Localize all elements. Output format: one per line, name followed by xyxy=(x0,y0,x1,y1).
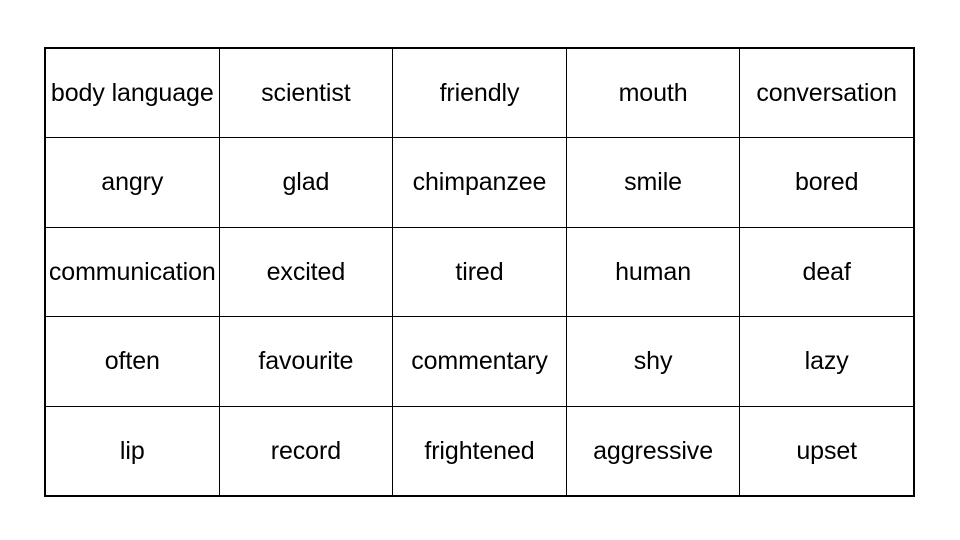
word-cell[interactable]: chimpanzee xyxy=(392,137,567,228)
word-cell[interactable]: mouth xyxy=(565,47,741,139)
word-cell-label: frightened xyxy=(424,436,535,465)
word-cell-label: angry xyxy=(101,168,164,197)
word-cell[interactable]: lip xyxy=(44,405,220,497)
word-cell[interactable]: often xyxy=(44,316,220,407)
word-grid-body: body language scientist friendly mouth c… xyxy=(44,47,915,497)
word-cell[interactable]: upset xyxy=(739,405,915,497)
table-row: often favourite commentary shy lazy xyxy=(44,316,915,407)
word-cell-label: favourite xyxy=(258,347,354,376)
word-cell[interactable]: human xyxy=(565,226,741,318)
word-cell[interactable]: shy xyxy=(565,316,741,407)
word-cell-label: communication xyxy=(48,257,216,286)
word-cell[interactable]: aggressive xyxy=(565,405,741,497)
table-row: communication excited tired human deaf xyxy=(44,226,915,318)
word-cell[interactable]: body language xyxy=(44,47,220,139)
word-cell[interactable]: commentary xyxy=(392,316,567,407)
word-cell-label: upset xyxy=(796,436,858,465)
word-cell-label: shy xyxy=(633,347,673,376)
table-row: body language scientist friendly mouth c… xyxy=(44,47,915,139)
word-cell-label: chimpanzee xyxy=(412,168,547,197)
word-cell-label: mouth xyxy=(618,78,688,107)
word-cell[interactable]: friendly xyxy=(392,47,567,139)
word-cell-label: commentary xyxy=(411,347,548,376)
word-cell[interactable]: record xyxy=(218,405,394,497)
word-cell-label: smile xyxy=(624,168,682,197)
word-cell-label: excited xyxy=(266,257,346,286)
word-cell[interactable]: scientist xyxy=(218,47,394,139)
word-cell-label: conversation xyxy=(756,78,897,107)
word-cell-label: often xyxy=(104,347,160,376)
word-cell-label: glad xyxy=(282,168,330,197)
word-cell-label: tired xyxy=(455,257,504,286)
word-cell-label: scientist xyxy=(261,78,351,107)
word-cell[interactable]: glad xyxy=(218,137,394,228)
word-cell[interactable]: lazy xyxy=(739,316,915,407)
word-cell[interactable]: favourite xyxy=(218,316,394,407)
word-cell[interactable]: communication xyxy=(44,226,220,318)
word-cell[interactable]: deaf xyxy=(739,226,915,318)
word-grid-page: body language scientist friendly mouth c… xyxy=(0,0,960,540)
word-cell[interactable]: angry xyxy=(44,137,220,228)
word-cell-label: human xyxy=(615,257,692,286)
word-grid-table: body language scientist friendly mouth c… xyxy=(44,47,915,497)
table-row: angry glad chimpanzee smile bored xyxy=(44,137,915,228)
word-cell[interactable]: frightened xyxy=(392,405,567,497)
word-cell-label: bored xyxy=(794,168,859,197)
word-cell-label: aggressive xyxy=(593,436,714,465)
word-cell-label: body language xyxy=(50,78,214,107)
word-cell[interactable]: smile xyxy=(565,137,741,228)
word-cell[interactable]: tired xyxy=(392,226,567,318)
word-cell[interactable]: bored xyxy=(739,137,915,228)
table-row: lip record frightened aggressive upset xyxy=(44,405,915,497)
word-cell-label: lazy xyxy=(804,347,849,376)
word-cell[interactable]: conversation xyxy=(739,47,915,139)
word-cell[interactable]: excited xyxy=(218,226,394,318)
word-cell-label: deaf xyxy=(802,257,851,286)
word-cell-label: record xyxy=(270,436,341,465)
word-cell-label: friendly xyxy=(439,78,520,107)
word-cell-label: lip xyxy=(119,436,145,465)
